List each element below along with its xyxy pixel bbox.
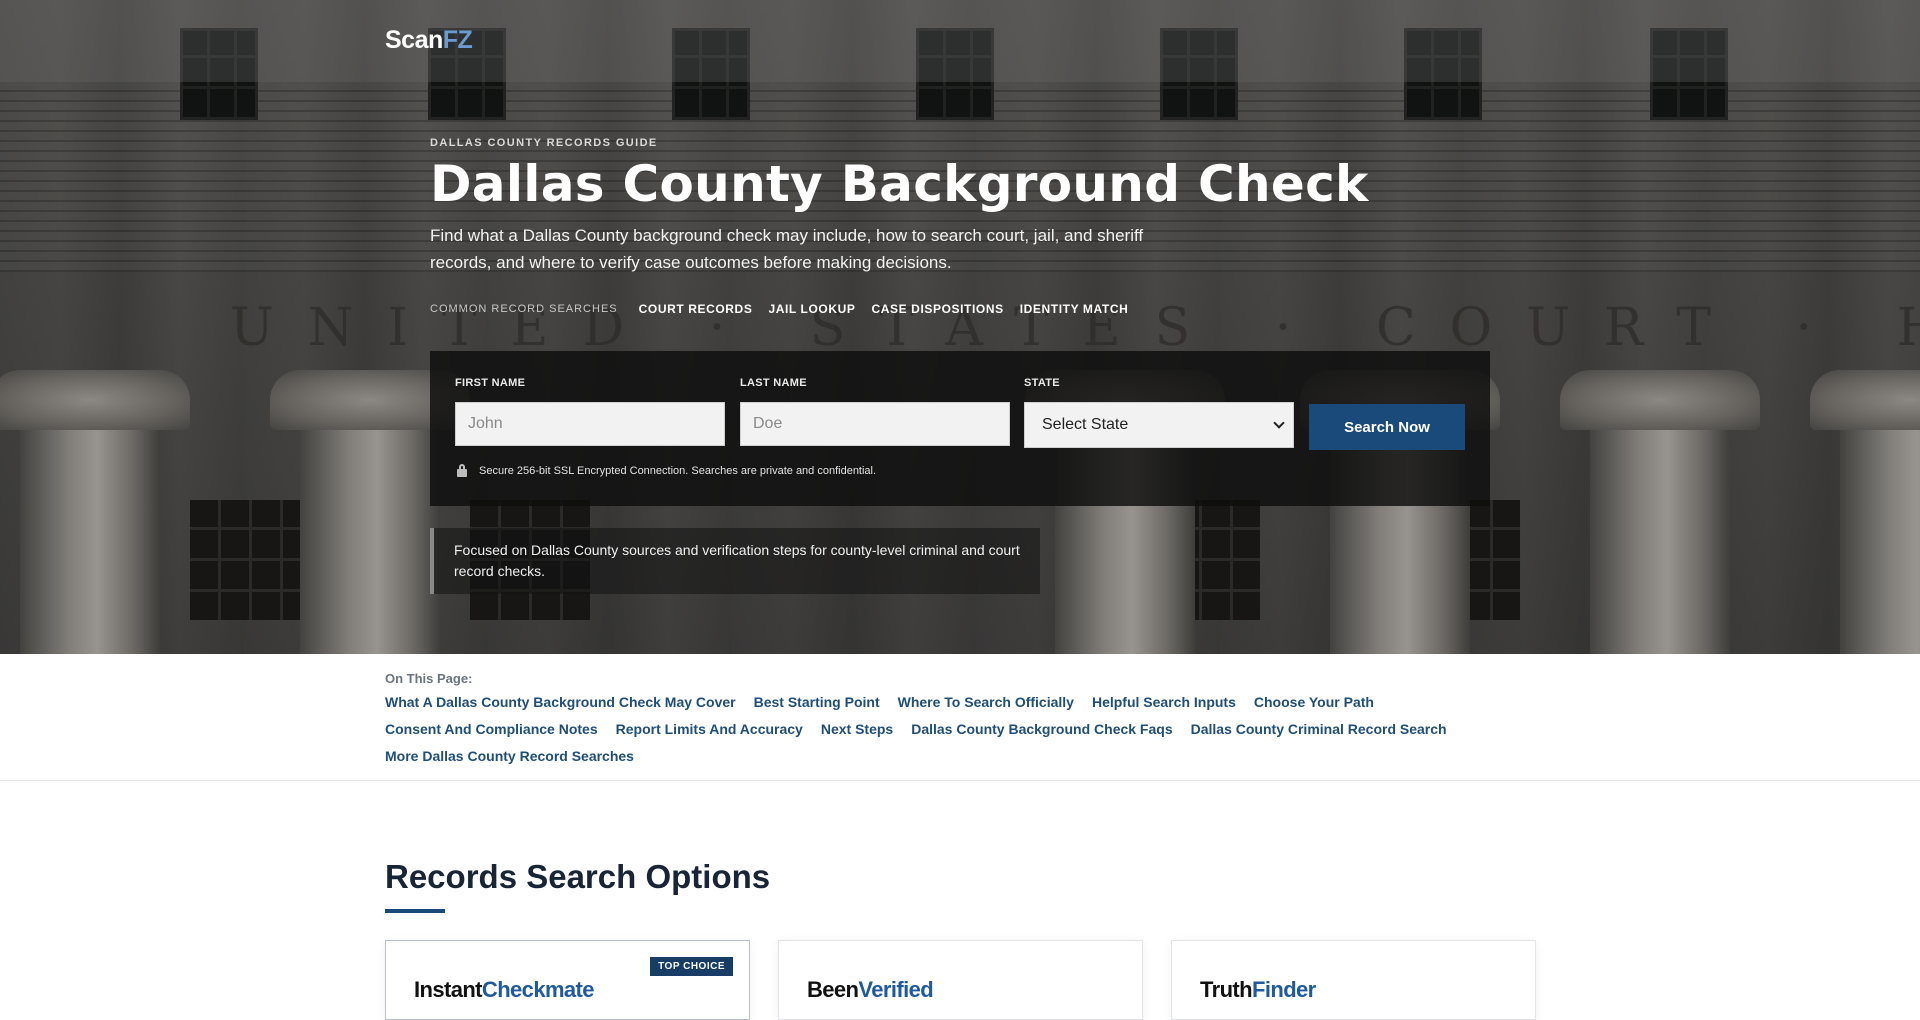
logo-accent-text: FZ — [442, 26, 473, 54]
first-name-field[interactable] — [455, 402, 725, 446]
toc-link[interactable]: What A Dallas County Background Check Ma… — [385, 694, 736, 710]
section-title-underline — [385, 909, 445, 913]
state-select-value: Select State — [1042, 416, 1129, 433]
toc-row: What A Dallas County Background Check Ma… — [385, 694, 1392, 710]
link-identity-match[interactable]: IDENTITY MATCH — [1020, 302, 1129, 316]
toc-row: Consent And Compliance Notes Report Limi… — [385, 721, 1465, 737]
logo-text: Scan — [385, 26, 443, 54]
provider-name-part1: Instant — [414, 977, 483, 1002]
state-select[interactable]: Select State — [1024, 402, 1294, 448]
provider-name-part2: Checkmate — [481, 977, 595, 1002]
secure-connection-notice: Secure 256-bit SSL Encrypted Connection.… — [457, 464, 876, 477]
provider-name-part1: Been — [807, 977, 859, 1002]
common-searches-nav: COMMON RECORD SEARCHES COURT RECORDS JAI… — [430, 302, 1144, 316]
provider-name: InstantCheckmate — [414, 977, 595, 1003]
site-logo[interactable]: ScanFZ — [385, 26, 473, 55]
last-name-label: LAST NAME — [740, 377, 807, 389]
section-title: Records Search Options — [385, 858, 771, 895]
lock-icon — [457, 464, 467, 477]
chevron-down-icon — [1273, 417, 1285, 429]
toc-link[interactable]: Best Starting Point — [754, 694, 880, 710]
provider-name-part2: Verified — [858, 977, 934, 1002]
search-form: FIRST NAME LAST NAME STATE Select State … — [430, 351, 1490, 506]
top-navbar — [0, 0, 1920, 82]
top-choice-badge: TOP CHOICE — [650, 957, 733, 976]
toc-link[interactable]: Dallas County Criminal Record Search — [1191, 721, 1447, 737]
on-this-page-nav: On This Page: What A Dallas County Backg… — [0, 654, 1920, 781]
provider-card-beenverified[interactable]: BeenVerified — [778, 940, 1143, 1020]
toc-link[interactable]: Where To Search Officially — [898, 694, 1074, 710]
toc-label: On This Page: — [385, 671, 473, 686]
first-name-label: FIRST NAME — [455, 377, 526, 389]
secure-text: Secure 256-bit SSL Encrypted Connection.… — [479, 464, 877, 477]
hero-description: Find what a Dallas County background che… — [430, 226, 1144, 272]
toc-link[interactable]: Report Limits And Accuracy — [616, 721, 803, 737]
provider-name: BeenVerified — [807, 977, 934, 1003]
link-case-dispositions[interactable]: CASE DISPOSITIONS — [872, 302, 1004, 316]
provider-name: TruthFinder — [1200, 977, 1316, 1003]
toc-link[interactable]: Helpful Search Inputs — [1092, 694, 1236, 710]
toc-link[interactable]: Next Steps — [821, 721, 893, 737]
toc-link[interactable]: Consent And Compliance Notes — [385, 721, 598, 737]
hero-eyebrow: DALLAS COUNTY RECORDS GUIDE — [430, 137, 658, 149]
toc-link[interactable]: More Dallas County Record Searches — [385, 748, 634, 764]
county-focus-note: Focused on Dallas County sources and ver… — [430, 528, 1040, 594]
link-jail-lookup[interactable]: JAIL LOOKUP — [768, 302, 855, 316]
link-court-records[interactable]: COURT RECORDS — [639, 302, 753, 316]
state-label: STATE — [1024, 377, 1060, 389]
provider-card-instantcheckmate[interactable]: TOP CHOICE InstantCheckmate — [385, 940, 750, 1020]
toc-link[interactable]: Dallas County Background Check Faqs — [911, 721, 1172, 737]
provider-card-truthfinder[interactable]: TruthFinder — [1171, 940, 1536, 1020]
provider-name-part2: Finder — [1252, 977, 1316, 1002]
page-title: Dallas County Background Check — [430, 155, 1369, 213]
common-searches-label: COMMON RECORD SEARCHES — [430, 303, 618, 315]
search-now-button[interactable]: Search Now — [1309, 404, 1465, 450]
provider-name-part1: Truth — [1200, 977, 1253, 1002]
toc-row: More Dallas County Record Searches — [385, 748, 652, 764]
toc-link[interactable]: Choose Your Path — [1254, 694, 1374, 710]
last-name-field[interactable] — [740, 402, 1010, 446]
hero-section: UNITED · STATES · COURT · HOUSE · ScanFZ… — [0, 0, 1920, 654]
